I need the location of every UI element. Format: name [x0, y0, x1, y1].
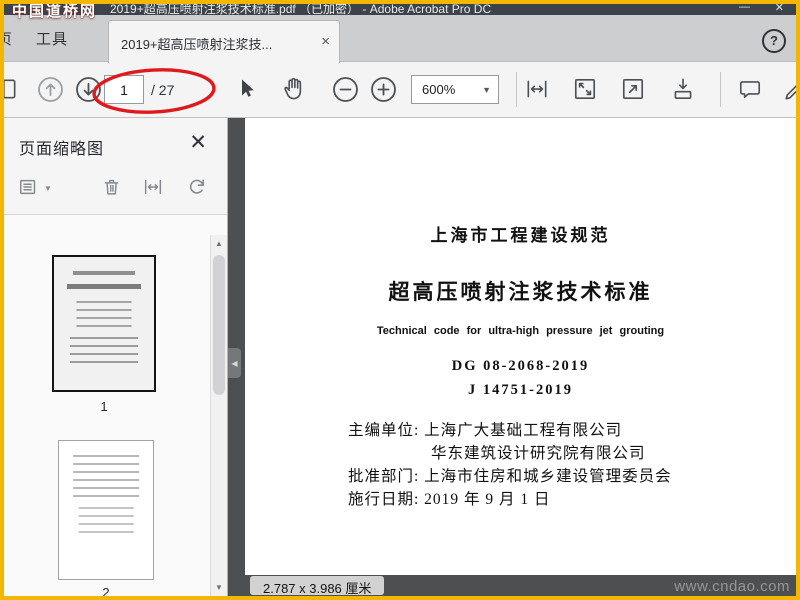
doc-main-title: 超高压喷射注浆技术标准: [388, 280, 653, 304]
rotate-pages-icon[interactable]: [184, 174, 210, 200]
delete-pages-icon[interactable]: [100, 174, 126, 200]
chevron-down-icon: ▼: [44, 184, 52, 193]
zoom-level-dropdown[interactable]: 600% ▼: [411, 75, 499, 104]
doc-standard-number-1: DG 08-2068-2019: [451, 358, 590, 374]
help-icon: ?: [770, 33, 778, 48]
scrollbar-thumb[interactable]: [213, 255, 225, 395]
window-close-button[interactable]: ✕: [775, 4, 784, 14]
zoom-level-value: 600%: [422, 82, 456, 97]
toolbar: / 27 600% ▼: [4, 62, 796, 118]
main-region: 页面缩略图 ✕ ▼ 1 2 ▲ ▼ 上海市工程建设规范 超高压喷射注浆技术标准 …: [4, 118, 796, 596]
tab-tools[interactable]: 工具: [36, 28, 68, 49]
comment-icon[interactable]: [736, 75, 764, 103]
page-thumbnails-panel: 页面缩略图 ✕ ▼ 1 2 ▲ ▼: [4, 118, 228, 596]
thumbnail-content: [73, 271, 135, 275]
panel-title: 页面缩略图: [19, 141, 105, 158]
panel-close-icon[interactable]: ✕: [189, 130, 207, 155]
scroll-up-icon[interactable]: ▲: [211, 239, 227, 248]
resize-pages-icon[interactable]: [140, 174, 166, 200]
doc-co-editor-line: 华东建筑设计研究院有限公司: [431, 445, 646, 462]
tab-bar: 主页 工具 2019+超高压喷射注浆技... × ?: [4, 15, 796, 63]
pdf-page: 上海市工程建设规范 超高压喷射注浆技术标准 Technical code for…: [245, 118, 796, 575]
acrobat-window: 2019+超高压喷射注浆技术标准.pdf （已加密） - Adobe Acrob…: [0, 0, 800, 600]
minimize-button[interactable]: —: [739, 4, 750, 13]
doc-english-title: Technical code for ultra-high pressure j…: [376, 325, 665, 337]
doc-approval-line: 批准部门: 上海市住房和城乡建设管理委员会: [348, 468, 672, 485]
doc-effective-date-line: 施行日期: 2019 年 9 月 1 日: [348, 491, 551, 508]
thumbnail-content: [73, 455, 139, 497]
thumbnail-content: [67, 284, 141, 289]
sidebar-toggle-icon[interactable]: [4, 75, 20, 103]
collapse-left-icon: ◀: [231, 358, 238, 368]
continuous-scroll-icon[interactable]: [669, 75, 697, 103]
hand-tool-icon[interactable]: [279, 75, 307, 103]
zoom-out-button[interactable]: [331, 75, 359, 103]
panel-options-icon[interactable]: [16, 174, 42, 200]
fill-sign-icon[interactable]: [782, 75, 796, 103]
thumbnails-list: 1 2 ▲ ▼: [4, 215, 227, 596]
previous-page-button[interactable]: [36, 75, 64, 103]
page-thumbnail-1[interactable]: [52, 255, 156, 392]
page-size-indicator: 2.787 x 3.986 厘米: [250, 576, 385, 596]
chevron-down-icon: ▼: [482, 85, 491, 95]
help-button[interactable]: ?: [762, 29, 786, 53]
page-thumbnail-2[interactable]: [58, 440, 154, 580]
title-bar: 2019+超高压喷射注浆技术标准.pdf （已加密） - Adobe Acrob…: [4, 4, 796, 15]
site-watermark-top: 中国道桥网: [12, 3, 98, 20]
tab-document-label: 2019+超高压喷射注浆技...: [121, 37, 273, 52]
doc-standard-number-2: J 14751-2019: [468, 382, 573, 398]
thumbnail-page-number: 1: [100, 399, 108, 414]
page-number-input[interactable]: [104, 75, 144, 104]
fullscreen-icon[interactable]: [619, 75, 647, 103]
select-tool-icon[interactable]: [233, 75, 261, 103]
doc-info-block: 主编单位: 上海广大基础工程有限公司 华东建筑设计研究院有限公司 批准部门: 上…: [348, 419, 672, 511]
thumbnails-scrollbar[interactable]: ▲ ▼: [210, 235, 227, 596]
document-view: 上海市工程建设规范 超高压喷射注浆技术标准 Technical code for…: [228, 118, 796, 596]
doc-series-title: 上海市工程建设规范: [430, 226, 611, 245]
tab-close-icon[interactable]: ×: [321, 33, 330, 50]
thumbnail-content: [76, 301, 132, 327]
thumbnail-content: [70, 337, 138, 369]
window-title: 2019+超高压喷射注浆技术标准.pdf （已加密） - Adobe Acrob…: [110, 4, 492, 15]
doc-chief-editor-line: 主编单位: 上海广大基础工程有限公司: [348, 422, 623, 439]
thumbnail-content: [78, 507, 134, 533]
site-watermark-bottom: www.cndao.com: [674, 578, 790, 595]
toolbar-divider: [720, 72, 721, 107]
fit-page-icon[interactable]: [571, 75, 599, 103]
toolbar-divider: [516, 72, 517, 107]
fit-width-icon[interactable]: [523, 75, 551, 103]
next-page-button[interactable]: [74, 75, 102, 103]
zoom-in-button[interactable]: [369, 75, 397, 103]
scroll-down-icon[interactable]: ▼: [211, 583, 227, 592]
page-count-label: / 27: [151, 82, 175, 98]
thumbnail-page-number: 2: [102, 585, 110, 600]
collapse-panel-button[interactable]: ◀: [228, 348, 241, 378]
tab-document[interactable]: 2019+超高压喷射注浆技... ×: [108, 20, 340, 63]
tab-home[interactable]: 主页: [4, 28, 12, 49]
